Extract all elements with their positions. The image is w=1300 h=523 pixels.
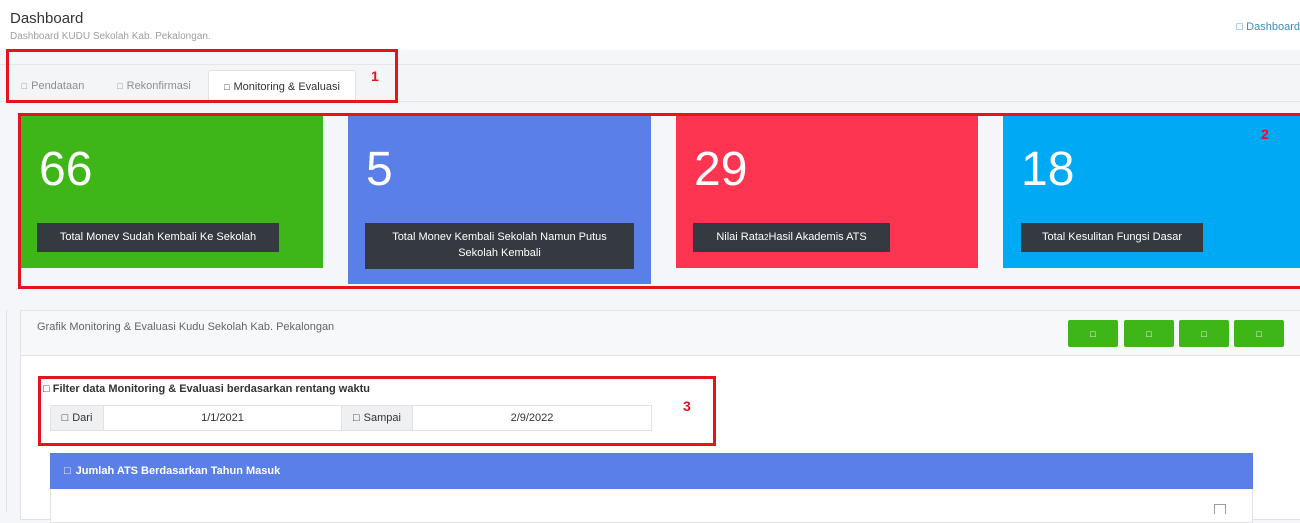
panel-action-button-1[interactable]: □	[1068, 320, 1118, 347]
annotation-box-2	[18, 113, 1300, 289]
annotation-label-2: 2	[1261, 126, 1269, 142]
annotation-label-3: 3	[683, 398, 691, 414]
home-icon: □	[1236, 21, 1244, 33]
action-icon: □	[1146, 328, 1152, 339]
page-header	[0, 0, 1300, 50]
breadcrumb-label: Dashboard	[1246, 21, 1300, 33]
action-icon: □	[1256, 328, 1262, 339]
page-title: Dashboard	[10, 10, 84, 27]
panel-action-button-2[interactable]: □	[1124, 320, 1174, 347]
breadcrumb-dashboard-link[interactable]: □ Dashboard	[1236, 21, 1300, 33]
bar-chart-icon: □	[64, 465, 71, 477]
content-left-border	[6, 310, 7, 512]
action-icon: □	[1201, 328, 1207, 339]
panel-action-button-3[interactable]: □	[1179, 320, 1229, 347]
annotation-box-1	[6, 49, 398, 103]
annotation-box-3	[38, 376, 716, 446]
annotation-label-1: 1	[371, 68, 379, 84]
action-icon: □	[1090, 328, 1096, 339]
ats-tahun-masuk-title: Jumlah ATS Berdasarkan Tahun Masuk	[75, 465, 281, 477]
chart-panel-title: Grafik Monitoring & Evaluasi Kudu Sekola…	[37, 321, 335, 333]
page-subtitle: Dashboard KUDU Sekolah Kab. Pekalongan.	[10, 31, 211, 42]
chart-menu-icon[interactable]	[1214, 504, 1226, 514]
panel-action-button-4[interactable]: □	[1234, 320, 1284, 347]
ats-tahun-masuk-header: □ Jumlah ATS Berdasarkan Tahun Masuk	[50, 453, 1253, 489]
